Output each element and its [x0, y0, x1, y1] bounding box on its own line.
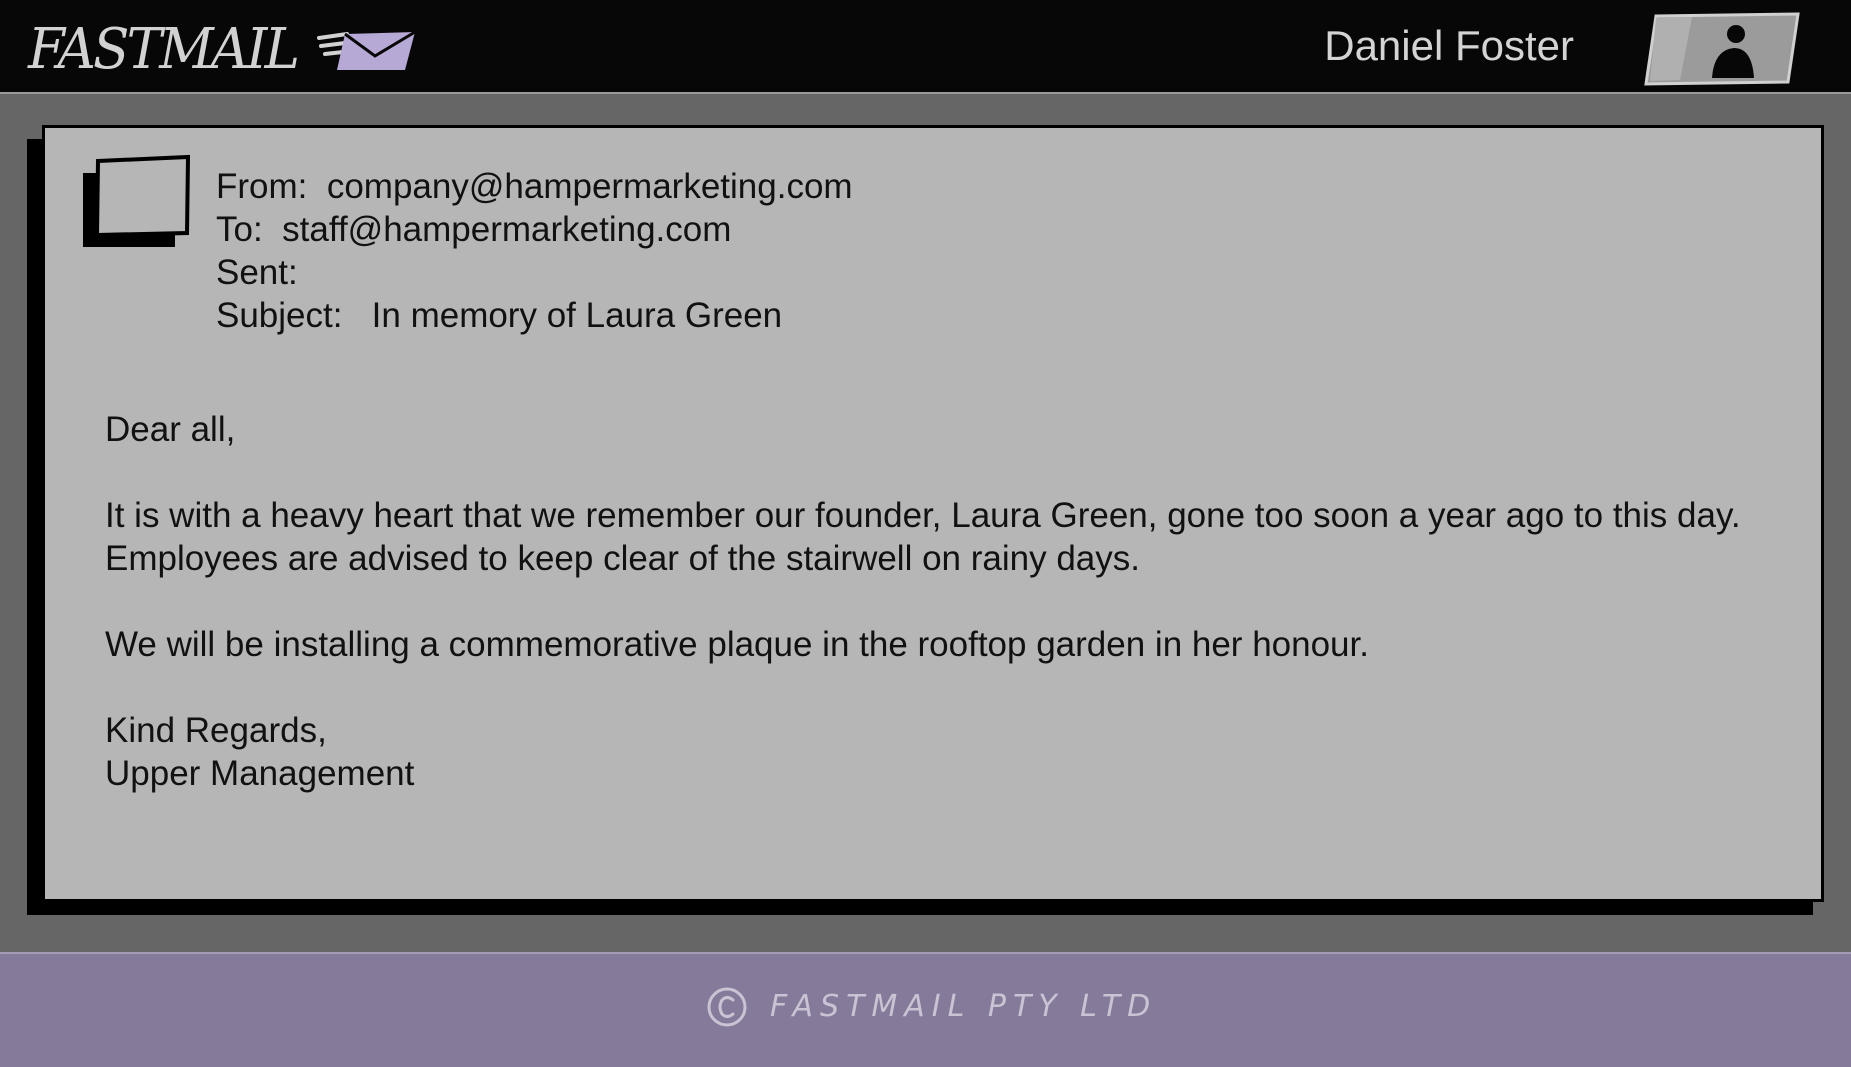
from-label: From:	[216, 167, 308, 206]
email-paragraph-2: We will be installing a commemorative pl…	[105, 625, 1369, 664]
from-row: From: company@hampermarketing.com	[216, 165, 853, 208]
from-value[interactable]: company@hampermarketing.com	[327, 165, 853, 208]
to-row: To: staff@hampermarketing.com	[216, 208, 853, 251]
user-profile-icon[interactable]	[1642, 12, 1802, 86]
fastmail-logo[interactable]: FASTMAIL	[28, 20, 417, 80]
copyright-icon	[707, 987, 747, 1027]
email-paragraph-1-line-2: Employees are advised to keep clear of t…	[105, 539, 1140, 578]
top-bar: FASTMAIL Daniel Foster	[0, 0, 1851, 94]
logo-wordmark: FASTMAIL	[28, 17, 300, 82]
email-header: From: company@hampermarketing.com To: st…	[216, 165, 853, 337]
email-signoff: Kind Regards,	[105, 711, 327, 750]
subject-row: Subject: In memory of Laura Green	[216, 294, 853, 337]
copyright-text: FASTMAIL PTY LTD	[770, 989, 1158, 1024]
sender-avatar	[83, 154, 191, 247]
subject-label: Subject:	[216, 296, 343, 335]
to-value[interactable]: staff@hampermarketing.com	[282, 208, 731, 251]
footer: FASTMAIL PTY LTD	[0, 952, 1851, 1067]
subject-value: In memory of Laura Green	[371, 296, 783, 335]
user-name[interactable]: Daniel Foster	[1324, 22, 1574, 70]
email-paragraph-1-line-1: It is with a heavy heart that we remembe…	[105, 496, 1741, 535]
envelope-icon	[317, 30, 417, 70]
email-signature: Upper Management	[105, 754, 415, 793]
sent-row: Sent:	[216, 251, 853, 294]
email-body: Dear all, It is with a heavy heart that …	[105, 408, 1805, 795]
to-label: To:	[216, 210, 263, 249]
email-card: From: company@hampermarketing.com To: st…	[42, 125, 1824, 902]
email-greeting: Dear all,	[105, 410, 236, 449]
sent-label: Sent:	[216, 253, 298, 292]
